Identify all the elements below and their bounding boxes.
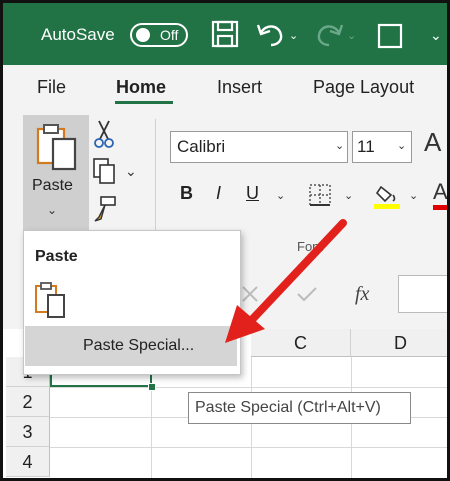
annotation-arrow-icon [225, 219, 347, 343]
excel-window: AutoSave Off ⌄ ⌄ ⌄ File Home Insert Page… [0, 0, 450, 481]
